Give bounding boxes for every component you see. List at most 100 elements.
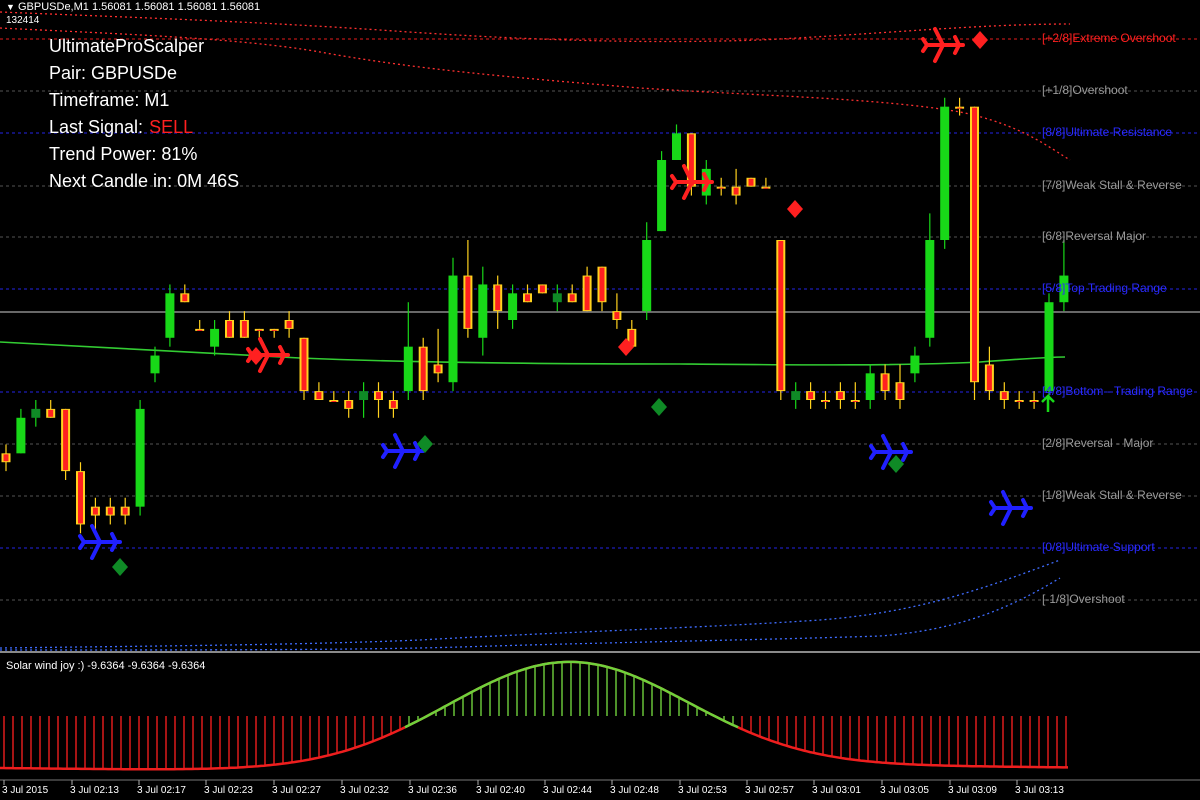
chart-header: ▼ GBPUSDe,M1 1.56081 1.56081 1.56081 1.5… (6, 1, 260, 13)
candle-body-inner (614, 312, 620, 319)
time-label: 3 Jul 02:17 (137, 785, 186, 796)
level-label: [2/8]Reversal - Major (1042, 436, 1154, 450)
subwindow-separator[interactable] (0, 651, 1200, 653)
candle-body-inner (48, 409, 54, 417)
level-label: [1/8]Weak Stall & Reverse (1042, 488, 1182, 502)
candle-body (150, 355, 160, 374)
candle-body-inner (748, 178, 754, 186)
time-label: 3 Jul 03:01 (812, 785, 861, 796)
last-signal-label: Last Signal: (49, 117, 144, 137)
time-label: 3 Jul 02:27 (272, 785, 321, 796)
candle-body-inner (852, 401, 858, 402)
candle-body-inner (271, 329, 277, 331)
candle-body-inner (539, 285, 545, 293)
candle-body-inner (465, 276, 471, 328)
candle-body (672, 133, 681, 160)
time-label: 3 Jul 2015 (2, 785, 49, 796)
candle-body-inner (286, 321, 292, 328)
level-label: [+1/8]Overshoot (1042, 83, 1128, 97)
candle-body (135, 408, 145, 507)
candle-body (403, 346, 413, 392)
candle-body-inner (376, 392, 381, 399)
header-sub-line: 132414 (6, 15, 40, 26)
triangle-down-icon[interactable]: ▼ (6, 2, 15, 12)
time-label: 3 Jul 02:48 (610, 785, 659, 796)
time-label: 3 Jul 02:36 (408, 785, 457, 796)
candle-body-inner (986, 365, 992, 391)
candle-body (642, 240, 652, 312)
candle-body-inner (763, 187, 769, 189)
candle-body (1044, 302, 1054, 392)
candle-body (552, 293, 562, 303)
candle-body-inner (957, 107, 963, 109)
candle-body-inner (435, 365, 441, 373)
symbol-line: GBPUSDe,M1 1.56081 1.56081 1.56081 1.560… (17, 1, 261, 13)
candle-body-inner (1031, 401, 1037, 402)
candle-body-inner (390, 401, 396, 408)
candle-body-inner (78, 472, 83, 524)
candle-body-inner (778, 241, 784, 391)
candle-body-inner (718, 187, 724, 189)
level-label: [+2/8]Extreme Overshoot (1042, 31, 1176, 45)
info-next-candle: Next Candle in: 0M 46S (49, 171, 240, 191)
candle-body-inner (972, 107, 977, 382)
candle-body-inner (316, 392, 322, 399)
candle-body (940, 106, 950, 241)
time-label: 3 Jul 03:09 (948, 785, 997, 796)
candle-body-inner (1016, 401, 1022, 402)
candle-body-inner (122, 507, 128, 515)
candle-body-inner (197, 329, 203, 331)
candle-body-inner (346, 401, 352, 408)
time-label: 3 Jul 02:53 (678, 785, 727, 796)
candle-body (657, 160, 667, 232)
candle-body (210, 328, 220, 347)
last-signal-value: SELL (149, 117, 194, 137)
candle-body (478, 284, 488, 338)
candle-body-inner (808, 392, 814, 399)
time-label: 3 Jul 02:40 (476, 785, 525, 796)
candle-body (448, 275, 458, 383)
indicator-label: Solar wind joy :) -9.6364 -9.6364 -9.636… (6, 660, 206, 672)
candle-body-inner (227, 321, 232, 337)
candle-body-inner (107, 507, 113, 515)
candle-body-inner (420, 347, 426, 391)
candle-body-inner (495, 285, 501, 311)
candle-body (508, 293, 518, 320)
info-panel: UltimateProScalper Pair: GBPUSDe Timefra… (49, 33, 239, 195)
level-label: [0/8]Ultimate Support (1042, 540, 1155, 554)
info-pair: Pair: GBPUSDe (49, 63, 178, 83)
candle-body (910, 355, 920, 374)
candle-body (16, 417, 26, 454)
level-label: [6/8]Reversal Major (1042, 229, 1147, 243)
candle-body-inner (584, 276, 590, 311)
candle-body-inner (63, 409, 69, 471)
candle-body (865, 373, 875, 400)
candle-body-inner (837, 392, 843, 399)
time-label: 3 Jul 02:23 (204, 785, 253, 796)
candle-body-inner (1001, 392, 1007, 399)
candle-body-inner (331, 401, 337, 402)
time-label: 3 Jul 02:32 (340, 785, 389, 796)
time-label: 3 Jul 03:13 (1015, 785, 1064, 796)
candle-body-inner (525, 294, 530, 302)
candle-body-inner (182, 294, 188, 302)
time-label: 3 Jul 03:05 (880, 785, 929, 796)
time-label: 3 Jul 02:13 (70, 785, 119, 796)
candle-body-inner (241, 321, 247, 337)
candle-body (165, 293, 175, 338)
candle-body (791, 391, 801, 400)
candle-body (925, 240, 935, 338)
candle-body-inner (3, 454, 9, 462)
level-label: [4/8]Bottom - Trading Range (1042, 384, 1193, 398)
info-timeframe: Timeframe: M1 (49, 90, 170, 110)
candle-body (359, 391, 369, 400)
candle-body-inner (256, 329, 262, 331)
candle-body-inner (882, 374, 888, 391)
info-trend-power: Trend Power: 81% (49, 144, 198, 164)
info-title: UltimateProScalper (49, 36, 205, 56)
candle-body (31, 408, 41, 418)
info-last-signal: Last Signal: SELL (49, 114, 239, 141)
candle-body-inner (599, 267, 605, 302)
level-label: [8/8]Ultimate Resistance (1042, 125, 1173, 139)
candle-body-inner (301, 338, 307, 391)
